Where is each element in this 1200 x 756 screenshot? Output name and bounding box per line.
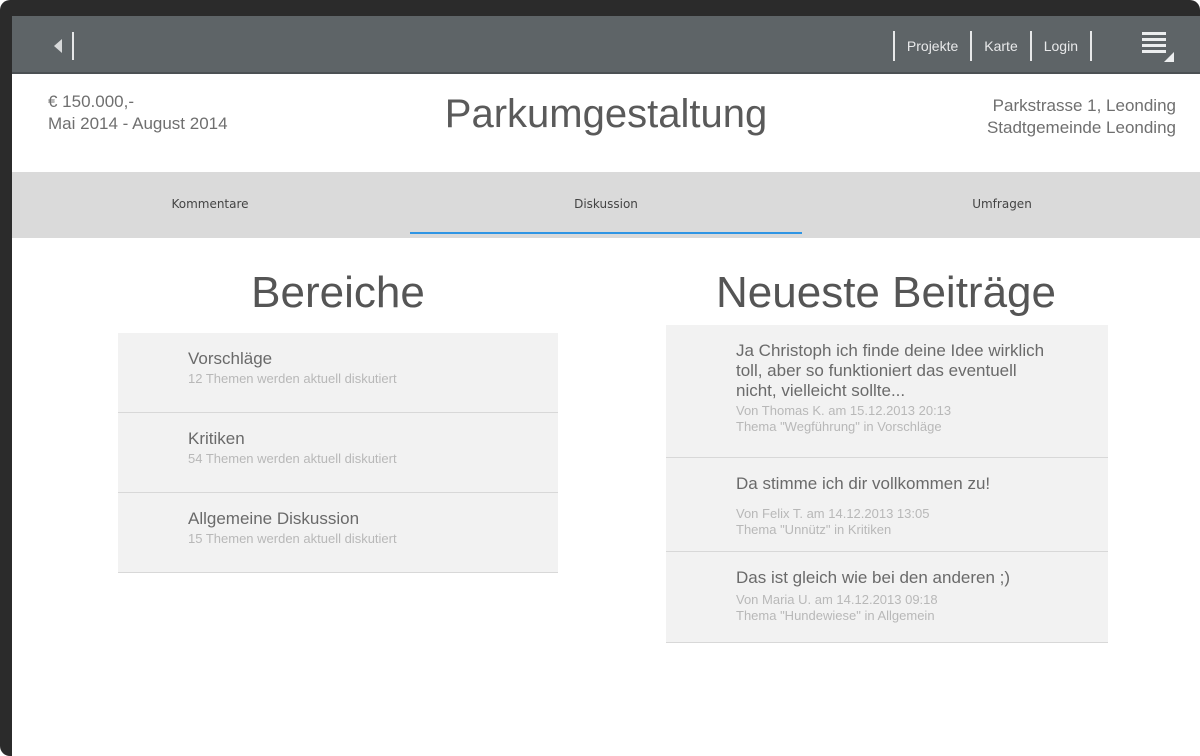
top-bar: Projekte Karte Login xyxy=(12,16,1200,74)
tab-diskussion[interactable]: Diskussion xyxy=(408,172,804,238)
area-subtitle: 54 Themen werden aktuell diskutiert xyxy=(188,451,397,466)
area-subtitle: 15 Themen werden aktuell diskutiert xyxy=(188,531,397,546)
nav-karte[interactable]: Karte xyxy=(972,31,1029,61)
post-text: Das ist gleich wie bei den anderen ;) xyxy=(736,568,1011,587)
back-button[interactable] xyxy=(42,32,74,60)
project-header: € 150.000,- Mai 2014 - August 2014 Parku… xyxy=(12,74,1200,172)
list-item[interactable]: Kritiken 54 Themen werden aktuell diskut… xyxy=(118,413,558,493)
areas-list: Vorschläge 12 Themen werden aktuell disk… xyxy=(118,333,558,573)
post-topic: Thema "Unnütz" in Kritiken xyxy=(736,522,892,537)
tab-bar: Kommentare Diskussion Umfragen xyxy=(12,172,1200,238)
list-item[interactable]: Allgemeine Diskussion 15 Themen werden a… xyxy=(118,493,558,573)
area-title: Allgemeine Diskussion xyxy=(188,509,360,528)
device-frame: Projekte Karte Login € 150.000,- Mai 201… xyxy=(0,0,1200,756)
hamburger-icon xyxy=(1142,32,1166,35)
hamburger-line xyxy=(1142,44,1166,47)
posts-heading: Neueste Beiträge xyxy=(716,268,1056,317)
tab-umfragen[interactable]: Umfragen xyxy=(804,172,1200,238)
menu-button[interactable] xyxy=(1138,28,1176,64)
nav-login[interactable]: Login xyxy=(1032,31,1090,61)
area-subtitle: 12 Themen werden aktuell diskutiert xyxy=(188,371,397,386)
back-arrow-icon xyxy=(54,39,62,53)
posts-list: Ja Christoph ich finde deine Idee wirkli… xyxy=(666,325,1108,643)
project-address: Parkstrasse 1, Leonding xyxy=(992,96,1176,115)
nav-projekte[interactable]: Projekte xyxy=(895,31,970,61)
post-text: Da stimme ich dir vollkommen zu! xyxy=(736,474,991,493)
post-meta: Von Maria U. am 14.12.2013 09:18 xyxy=(736,592,938,607)
list-item[interactable]: Da stimme ich dir vollkommen zu! Von Fel… xyxy=(666,458,1108,552)
post-meta: Von Thomas K. am 15.12.2013 20:13 xyxy=(736,403,952,418)
project-municipality: Stadtgemeinde Leonding xyxy=(986,118,1176,137)
areas-heading: Bereiche xyxy=(251,268,425,317)
divider xyxy=(72,32,74,60)
post-topic: Thema "Hundewiese" in Allgemein xyxy=(736,608,935,623)
list-item[interactable]: Das ist gleich wie bei den anderen ;) Vo… xyxy=(666,552,1108,643)
hamburger-line xyxy=(1142,50,1166,53)
post-topic: Thema "Wegführung" in Vorschläge xyxy=(736,419,942,434)
area-title: Vorschläge xyxy=(188,349,273,368)
post-text: Ja Christoph ich finde deine Idee wirkli… xyxy=(736,341,1045,400)
corner-icon xyxy=(1164,52,1174,62)
area-title: Kritiken xyxy=(188,429,245,448)
tab-kommentare[interactable]: Kommentare xyxy=(12,172,408,238)
top-nav: Projekte Karte Login xyxy=(892,31,1092,61)
divider xyxy=(1090,31,1092,61)
post-meta: Von Felix T. am 14.12.2013 13:05 xyxy=(736,506,930,521)
hamburger-line xyxy=(1142,38,1166,41)
app-screen: Projekte Karte Login € 150.000,- Mai 201… xyxy=(12,16,1200,756)
list-item[interactable]: Ja Christoph ich finde deine Idee wirkli… xyxy=(666,325,1108,458)
list-item[interactable]: Vorschläge 12 Themen werden aktuell disk… xyxy=(118,333,558,413)
